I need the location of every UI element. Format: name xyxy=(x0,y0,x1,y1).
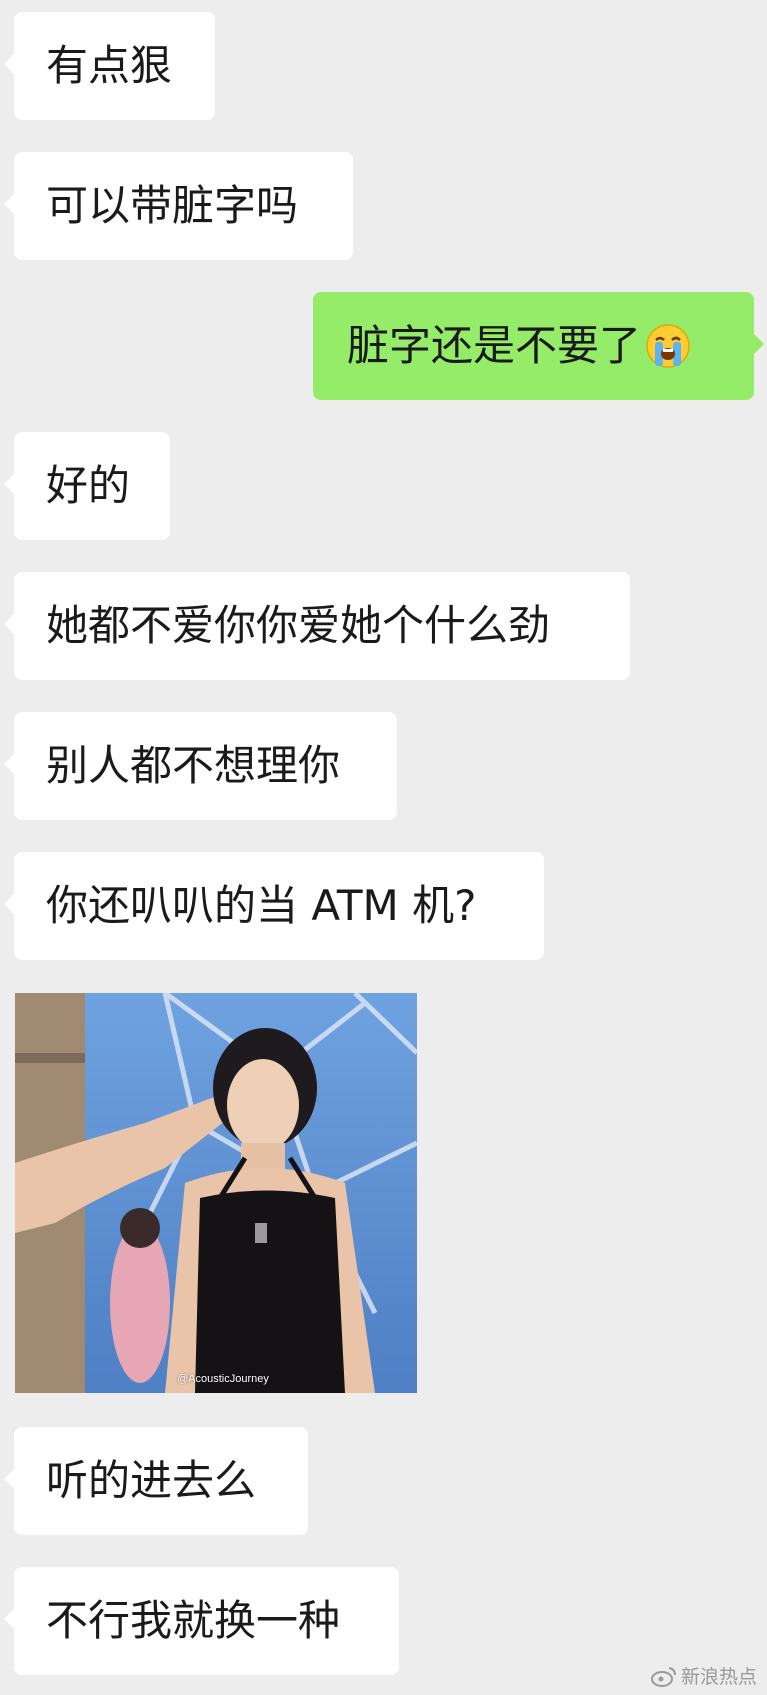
message-bubble-incoming[interactable]: 好的 xyxy=(4,432,170,540)
message-text: 脏字还是不要了 xyxy=(347,321,642,370)
message-bubble-incoming[interactable]: 有点狠 xyxy=(4,12,215,120)
image-message[interactable]: @AcousticJourney xyxy=(15,993,417,1393)
message-bubble-incoming[interactable]: 听的进去么 xyxy=(4,1427,308,1535)
message-text: 有点狠 xyxy=(46,41,173,90)
message-bubble-incoming[interactable]: 你还叭叭的当 ATM 机? xyxy=(4,852,544,960)
message-text: 可以带脏字吗 xyxy=(46,181,299,230)
image-watermark: @AcousticJourney xyxy=(177,1373,269,1385)
message-text: 听的进去么 xyxy=(46,1456,257,1505)
message-bubble-incoming[interactable]: 别人都不想理你 xyxy=(4,712,397,820)
message-bubble-incoming[interactable]: 不行我就换一种 xyxy=(4,1567,399,1675)
footer-watermark: 新浪热点 xyxy=(650,1662,757,1689)
message-text: 别人都不想理你 xyxy=(46,741,341,790)
message-text: 她都不爱你你爱她个什么劲 xyxy=(46,601,551,650)
message-bubble-outgoing[interactable]: 脏字还是不要了 xyxy=(313,292,764,400)
message-text: 不行我就换一种 xyxy=(46,1596,341,1645)
loudly-crying-face-emoji xyxy=(646,324,690,368)
footer-watermark-text: 新浪热点 xyxy=(680,1666,757,1688)
message-text: 你还叭叭的当 ATM 机? xyxy=(46,881,477,930)
salute-photo xyxy=(15,993,417,1393)
message-text: 好的 xyxy=(46,461,131,510)
weibo-logo-icon xyxy=(650,1666,676,1687)
message-bubble-incoming[interactable]: 可以带脏字吗 xyxy=(4,152,353,260)
message-bubble-incoming[interactable]: 她都不爱你你爱她个什么劲 xyxy=(4,572,630,680)
